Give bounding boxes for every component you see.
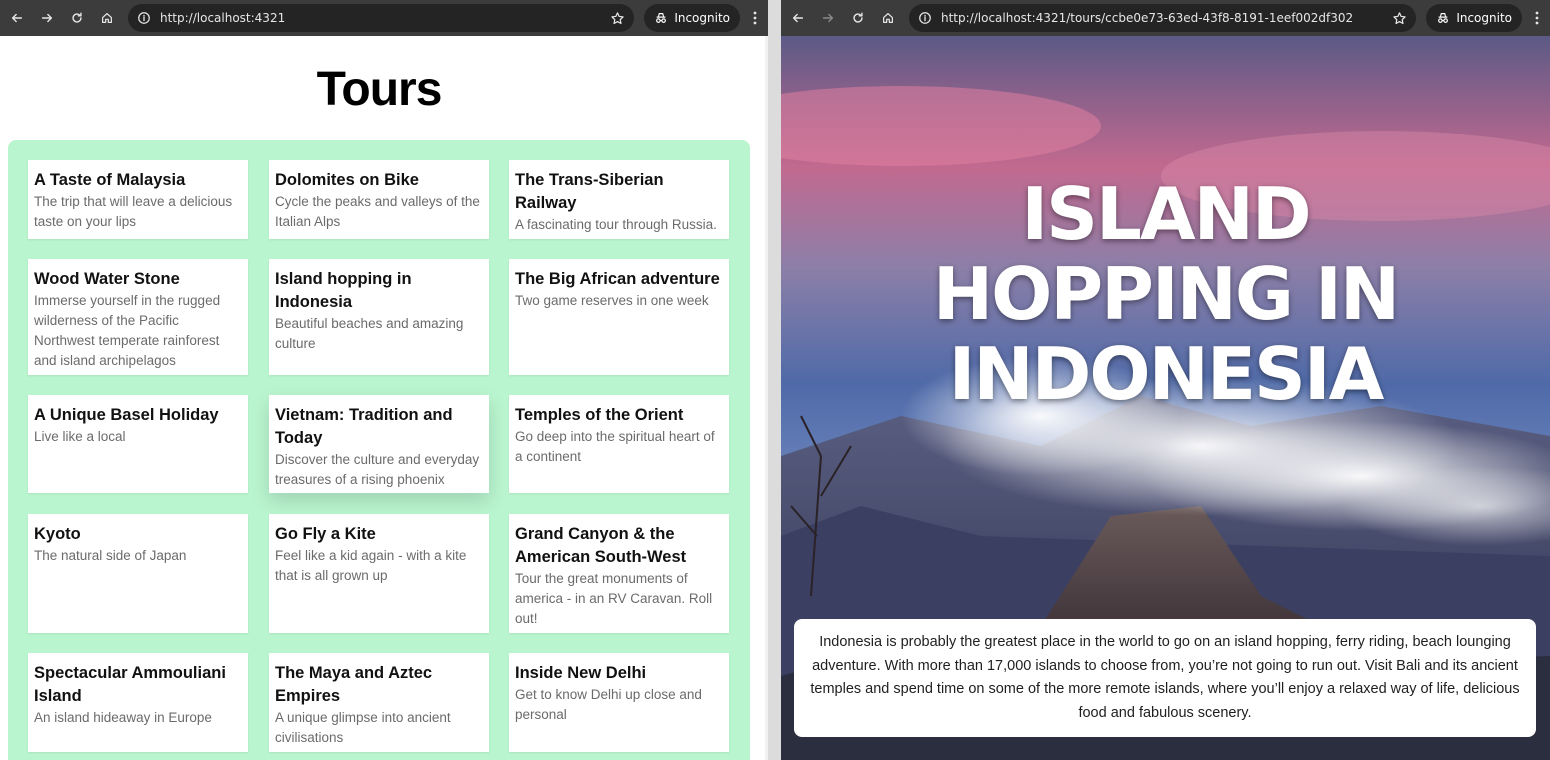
tour-card[interactable]: Dolomites on Bike Cycle the peaks and va… [269, 160, 489, 239]
tour-card[interactable]: Spectacular Ammouliani Island An island … [28, 653, 248, 752]
tour-description: The natural side of Japan [34, 548, 187, 563]
tour-name: Wood Water Stone [34, 270, 180, 288]
back-arrow-icon [792, 13, 804, 23]
tour-name: Temples of the Orient [515, 406, 684, 424]
tour-card[interactable]: The Maya and Aztec Empires A unique glim… [269, 653, 489, 752]
tour-description: Discover the culture and everyday treasu… [275, 452, 480, 487]
tour-name: Vietnam: Tradition and Today [275, 406, 453, 447]
tour-description: Get to know Delhi up close and personal [515, 687, 702, 722]
home-button[interactable] [875, 5, 901, 31]
tour-description: A unique glimpse into ancient civilisati… [275, 710, 451, 745]
incognito-icon [1438, 13, 1449, 23]
tour-detail-window: http://localhost:4321/tours/ccbe0e73-63e… [781, 0, 1550, 760]
url-text[interactable]: http://localhost:4321/tours/ccbe0e73-63e… [941, 11, 1384, 25]
home-icon [102, 13, 112, 23]
back-button[interactable] [4, 5, 30, 31]
tour-card[interactable]: Inside New Delhi Get to know Delhi up cl… [509, 653, 729, 752]
tour-name: Grand Canyon & the American South-West [515, 525, 687, 566]
bookmark-button[interactable] [606, 7, 628, 29]
tour-description: Feel like a kid again - with a kite that… [275, 548, 467, 583]
browser-toolbar: http://localhost:4321/tours/ccbe0e73-63e… [781, 0, 1550, 36]
bookmark-star-icon [611, 11, 624, 24]
bookmark-button[interactable] [1388, 7, 1410, 29]
page-title: Tours [316, 63, 443, 116]
tour-name: A Taste of Malaysia [34, 171, 186, 189]
tour-card[interactable]: Island hopping in Indonesia Beautiful be… [269, 259, 489, 375]
address-bar[interactable]: http://localhost:4321/tours/ccbe0e73-63e… [909, 4, 1417, 32]
hero-title-line: INDONESIA [948, 332, 1385, 416]
reload-button[interactable] [64, 5, 90, 31]
tour-name: Inside New Delhi [515, 664, 647, 682]
tour-description: Immerse yourself in the rugged wildernes… [34, 293, 221, 368]
tour-card[interactable]: Grand Canyon & the American South-West T… [509, 514, 729, 633]
tour-card[interactable]: Wood Water Stone Immerse yourself in the… [28, 259, 248, 375]
address-bar[interactable]: http://localhost:4321 [128, 4, 635, 32]
tour-description: Two game reserves in one week [515, 293, 709, 308]
tour-name: The Trans-Siberian Railway [515, 171, 664, 212]
url-text[interactable]: http://localhost:4321 [160, 11, 602, 25]
tour-card[interactable]: The Trans-Siberian Railway A fascinating… [509, 160, 729, 239]
hero-title-line: HOPPING IN [932, 252, 1400, 336]
reload-button[interactable] [845, 5, 871, 31]
incognito-indicator[interactable]: Incognito [1426, 4, 1522, 32]
tour-description: Cycle the peaks and valleys of the Itali… [275, 194, 480, 229]
site-info-icon [919, 12, 931, 24]
tours-grid: A Taste of Malaysia The trip that will l… [8, 140, 750, 760]
tour-card[interactable]: Kyoto The natural side of Japan [28, 514, 248, 633]
home-icon [883, 13, 893, 23]
tour-card[interactable]: The Big African adventure Two game reser… [509, 259, 729, 375]
home-button[interactable] [94, 5, 120, 31]
tour-name: Island hopping in Indonesia [275, 270, 412, 311]
browser-menu-button[interactable] [744, 5, 766, 31]
kebab-menu-icon [753, 11, 757, 25]
site-info-button[interactable] [136, 10, 152, 26]
hero-title-line: ISLAND [1021, 172, 1311, 256]
tour-card[interactable]: Go Fly a Kite Feel like a kid again - wi… [269, 514, 489, 633]
tour-name: Kyoto [34, 525, 81, 543]
site-info-button[interactable] [917, 10, 933, 26]
browser-menu-button[interactable] [1526, 5, 1548, 31]
tour-card[interactable]: Vietnam: Tradition and Today Discover th… [269, 395, 489, 493]
browser-toolbar: http://localhost:4321 Incognito [0, 0, 768, 36]
tour-description: Go deep into the spiritual heart of a co… [515, 429, 715, 464]
tour-name: The Big African adventure [515, 270, 720, 288]
tours-list-window: http://localhost:4321 Incognito Tours A … [0, 0, 768, 760]
reload-icon [72, 12, 82, 23]
reload-icon [853, 12, 863, 23]
tour-description: A fascinating tour through Russia. [515, 217, 717, 232]
tour-description: Live like a local [34, 429, 126, 444]
tour-name: The Maya and Aztec Empires [275, 664, 433, 705]
forward-arrow-icon [41, 13, 53, 23]
hero-title: ISLAND HOPPING IN INDONESIA [781, 174, 1550, 414]
tour-description: The trip that will leave a delicious tas… [34, 194, 233, 229]
tour-card[interactable]: A Taste of Malaysia The trip that will l… [28, 160, 248, 239]
tour-name: Go Fly a Kite [275, 525, 376, 543]
page-scrollbar[interactable] [765, 36, 768, 760]
tour-name: A Unique Basel Holiday [34, 406, 219, 424]
site-info-icon [138, 12, 150, 24]
forward-button[interactable] [34, 5, 60, 31]
tour-name: Dolomites on Bike [275, 171, 419, 189]
back-arrow-icon [11, 13, 23, 23]
incognito-label: Incognito [1456, 11, 1512, 25]
forward-button[interactable] [815, 5, 841, 31]
tour-hero: ISLAND HOPPING IN INDONESIA Indonesia is… [781, 36, 1550, 760]
incognito-indicator[interactable]: Incognito [644, 4, 740, 32]
tour-card[interactable]: A Unique Basel Holiday Live like a local [28, 395, 248, 493]
tour-card[interactable]: Temples of the Orient Go deep into the s… [509, 395, 729, 493]
kebab-menu-icon [1535, 11, 1539, 25]
incognito-label: Incognito [674, 11, 730, 25]
tour-description-box: Indonesia is probably the greatest place… [794, 619, 1536, 737]
tour-description: An island hideaway in Europe [34, 710, 212, 725]
incognito-icon [656, 13, 667, 23]
forward-arrow-icon [822, 13, 834, 23]
back-button[interactable] [785, 5, 811, 31]
tour-name: Spectacular Ammouliani Island [34, 664, 226, 705]
bookmark-star-icon [1393, 11, 1406, 24]
tour-description: Beautiful beaches and amazing culture [275, 316, 464, 351]
tour-description: Tour the great monuments of america - in… [515, 571, 713, 626]
